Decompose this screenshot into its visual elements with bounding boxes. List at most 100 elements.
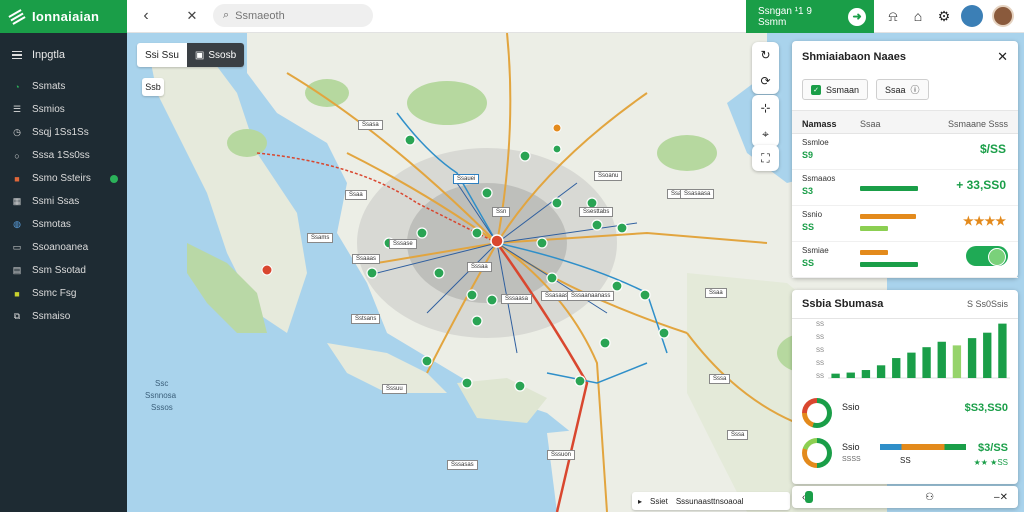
bar[interactable]: [846, 372, 855, 378]
map-tag[interactable]: Sssasas: [447, 460, 478, 470]
sidebar-item-label: Ssm Ssotad: [32, 265, 86, 276]
sidebar-item-label: Ssmc Fsg: [32, 288, 77, 299]
sidebar-item-5[interactable]: ■ Ssmo Ssteirs: [0, 167, 127, 190]
details-panel: Shmiaiabaon Naaes ✕ ✓ Ssmaan Ssaa ⓘ Namass…: [792, 41, 1018, 278]
map-view-label: Ssi Ssu: [145, 49, 179, 61]
measure-icon[interactable]: ⊹: [752, 95, 779, 121]
summary-ring-row[interactable]: Ssio $S3,SS0: [802, 398, 1012, 430]
map-tag[interactable]: Ssoanu: [594, 171, 623, 181]
detail-row-label: Ssmloe: [802, 138, 829, 147]
globe-icon: ◍: [13, 219, 21, 229]
settings-icon[interactable]: ⚙: [935, 7, 953, 25]
bar[interactable]: [892, 358, 901, 378]
map-view-label: Ssosb: [208, 49, 237, 61]
bar[interactable]: [922, 347, 931, 378]
sidebar-item-label: Ssmotas: [32, 219, 71, 230]
bar[interactable]: [907, 352, 916, 378]
orange-marker[interactable]: [552, 123, 562, 133]
map-tag[interactable]: Sstsans: [351, 314, 381, 324]
origin-marker[interactable]: [490, 234, 504, 248]
avatar[interactable]: [992, 5, 1014, 27]
grid-icon: ▦: [12, 196, 22, 206]
map-view-option[interactable]: Ssi Ssu: [137, 43, 187, 67]
sidebar-item-10[interactable]: ■ Ssmc Fsg: [0, 282, 127, 305]
detail-row[interactable]: Ssmaaos S3 + 33,SS0: [792, 170, 1018, 206]
bell-icon[interactable]: ⍾: [884, 7, 902, 25]
location-icon[interactable]: ⌖: [752, 121, 779, 147]
map-view-option-active[interactable]: ▣ Ssosb: [186, 43, 245, 67]
bar[interactable]: [937, 341, 946, 378]
sidebar-item-11[interactable]: ⧉ Ssmaiso: [0, 305, 127, 328]
map-tag[interactable]: Ssaa: [345, 190, 367, 200]
bar[interactable]: [952, 345, 962, 378]
map-tag[interactable]: Sssuon: [547, 450, 576, 460]
monitor-icon: ▭: [12, 242, 22, 252]
status-pill[interactable]: Ssngan ¹1 9 Ssmm ➜: [746, 0, 874, 33]
sidebar-item-2[interactable]: ☰ Ssmios: [0, 98, 127, 121]
summary-ring-row[interactable]: Ssio SSSS SS $3/SS ★★ ★SS: [802, 438, 1012, 470]
search-box[interactable]: ⌕: [213, 4, 373, 27]
sidebar-item-4[interactable]: ○ Sssa 1Ss0ss: [0, 144, 127, 167]
info-icon: ⓘ: [910, 85, 920, 95]
sidebar-item-1[interactable]: ◔ Ssmats: [0, 75, 127, 98]
search-input[interactable]: [235, 9, 356, 22]
close-icon[interactable]: ✕: [1000, 492, 1008, 503]
refresh-icon[interactable]: ⟳: [752, 68, 779, 94]
menu-icon[interactable]: [12, 50, 22, 60]
avatar-secondary[interactable]: [961, 5, 983, 27]
sidebar-item-6[interactable]: ▦ Ssmi Ssas: [0, 190, 127, 213]
compass-icon[interactable]: ↻: [752, 42, 779, 68]
sidebar-item-7[interactable]: ◍ Ssmotas: [0, 213, 127, 236]
sidebar-item-label: Ssqj 1Ss1Ss: [32, 127, 89, 138]
map-tag[interactable]: Ssams: [307, 233, 334, 243]
sidebar-item-8[interactable]: ▭ Ssoanoanea: [0, 236, 127, 259]
summary-meta: S Ss0Ssis: [966, 299, 1008, 309]
fullscreen-icon[interactable]: ⛶: [752, 145, 779, 171]
bar[interactable]: [967, 338, 977, 378]
map-tag[interactable]: Ssesttabs: [579, 207, 614, 217]
map-tag[interactable]: Sssa: [727, 430, 749, 440]
map-tag[interactable]: Sssaanaanass: [567, 291, 615, 301]
map-tag[interactable]: Ssasa: [358, 120, 383, 130]
back-icon[interactable]: ‹: [136, 6, 156, 26]
home-icon[interactable]: ⌂: [909, 7, 927, 25]
bar[interactable]: [998, 323, 1007, 378]
map-tag[interactable]: Ssasaasa: [680, 189, 715, 199]
map-tag[interactable]: Sssaa: [467, 262, 492, 272]
sidebar-item-label: Ssmats: [32, 81, 66, 92]
map-tag[interactable]: Sssuu: [382, 384, 407, 394]
brand[interactable]: Ionnaiaian: [0, 0, 127, 33]
map-tag[interactable]: Sssa: [709, 374, 731, 384]
map-tag[interactable]: Sssase: [389, 239, 417, 249]
map-tag[interactable]: Ssauei: [453, 174, 480, 184]
top-bar: Ionnaiaian ‹ ✕ ⌕ Ssngan ¹1 9 Ssmm ➜ ⍾ ⌂ …: [0, 0, 1024, 33]
map-mini-button[interactable]: Ssb: [142, 78, 164, 96]
detail-row[interactable]: Ssmiae SS: [792, 242, 1018, 278]
detail-row[interactable]: Ssnio SS ★★★★: [792, 206, 1018, 242]
map-tag[interactable]: Sssaasa: [501, 294, 533, 304]
detail-toggle[interactable]: [966, 246, 1008, 266]
summary-title: Ssbia Sbumasa: [802, 298, 884, 310]
status-text: Ssngan ¹1 9 Ssmm: [758, 5, 812, 28]
sidebar-item-3[interactable]: ◷ Ssqj 1Ss1Ss: [0, 121, 127, 144]
ring-progress-bar: [880, 444, 966, 450]
map-tag[interactable]: Ssaa: [705, 288, 727, 298]
secondary-button[interactable]: Ssaa ⓘ: [876, 79, 929, 100]
map-tag[interactable]: Ssaaas: [352, 254, 381, 264]
close-icon[interactable]: ✕: [997, 49, 1008, 65]
bar[interactable]: [876, 365, 886, 378]
detail-row[interactable]: Ssmloe S9 $/SS: [792, 134, 1018, 170]
bar[interactable]: [983, 332, 992, 378]
primary-button[interactable]: ✓ Ssmaan: [802, 79, 869, 100]
close-icon[interactable]: ✕: [182, 6, 202, 26]
bar[interactable]: [861, 370, 871, 378]
go-icon[interactable]: ➜: [848, 7, 866, 26]
logo-icon: [8, 8, 26, 25]
sidebar-item-9[interactable]: ▤ Ssm Ssotad: [0, 259, 127, 282]
people-icon[interactable]: ⚇: [925, 492, 934, 503]
column-header: Ssmaane Ssss: [947, 119, 1008, 129]
red-marker[interactable]: [261, 264, 273, 276]
map-tag[interactable]: Ssn: [492, 207, 511, 217]
bar[interactable]: [831, 373, 840, 378]
map-view-toggle[interactable]: Ssi Ssu ▣ Ssosb: [137, 43, 245, 67]
